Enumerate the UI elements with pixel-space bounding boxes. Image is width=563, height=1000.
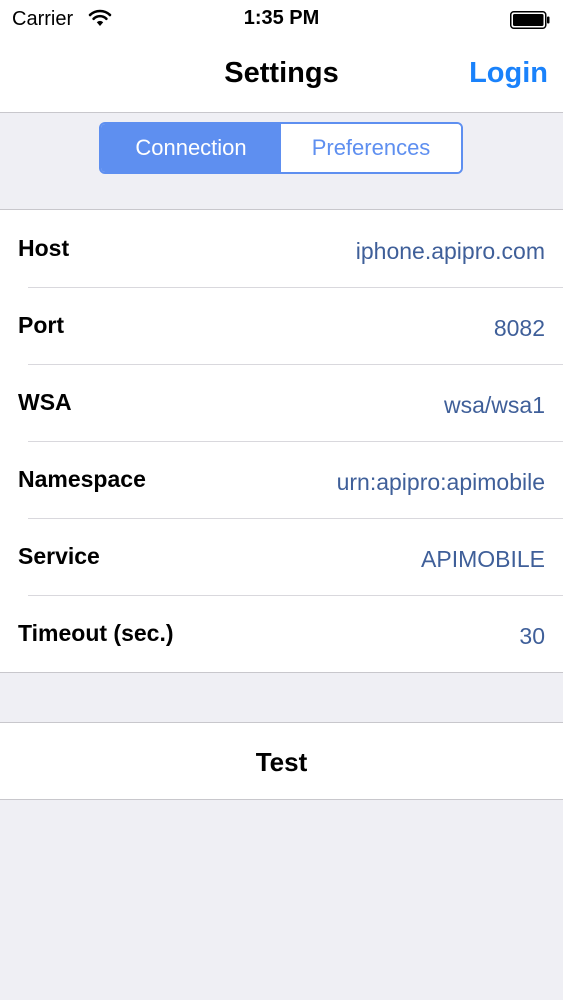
service-value[interactable]: APIMOBILE (421, 518, 545, 595)
timeout-value[interactable]: 30 (519, 595, 545, 672)
namespace-label: Namespace (18, 466, 146, 492)
status-time: 1:35 PM (243, 7, 320, 29)
timeout-row[interactable]: Timeout (sec.) 30 (0, 595, 563, 672)
login-button[interactable]: Login (469, 57, 548, 90)
wsa-row[interactable]: WSA wsa/wsa1 (0, 364, 563, 441)
port-value[interactable]: 8082 (494, 287, 545, 364)
connection-settings-table: Host iphone.apipro.com Port 8082 WSA wsa… (0, 209, 563, 673)
service-row[interactable]: Service APIMOBILE (0, 518, 563, 595)
segment-connection[interactable]: Connection (101, 124, 281, 172)
host-row[interactable]: Host iphone.apipro.com (0, 210, 563, 287)
namespace-row[interactable]: Namespace urn:apipro:apimobile (0, 441, 563, 518)
segment-preferences[interactable]: Preferences (281, 124, 461, 172)
status-bar: Carrier 1:35 PM (0, 0, 563, 40)
namespace-value[interactable]: urn:apipro:apimobile (337, 441, 545, 518)
host-label: Host (18, 235, 70, 261)
port-row[interactable]: Port 8082 (0, 287, 563, 364)
segmented-control: Connection Preferences (99, 122, 463, 174)
battery-icon (510, 11, 550, 29)
timeout-label: Timeout (sec.) (18, 620, 174, 646)
test-button[interactable]: Test (0, 722, 563, 800)
host-value[interactable]: iphone.apipro.com (356, 210, 545, 287)
wsa-label: WSA (18, 389, 72, 415)
wsa-value[interactable]: wsa/wsa1 (444, 364, 545, 441)
service-label: Service (18, 543, 100, 569)
port-label: Port (18, 312, 64, 338)
navigation-bar: Settings Login (0, 40, 563, 113)
